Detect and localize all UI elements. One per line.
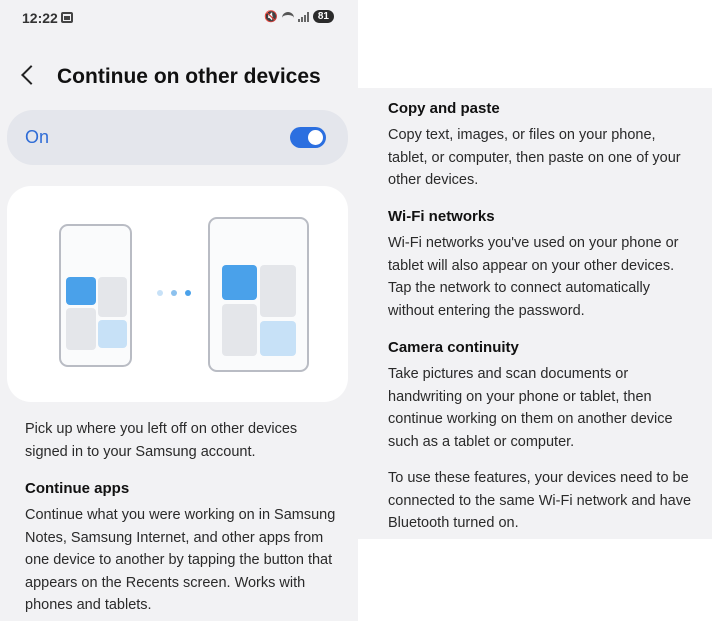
tablet-tile <box>222 304 257 356</box>
intro-text: Pick up where you left off on other devi… <box>25 421 298 460</box>
page-title: Continue on other devices <box>57 65 321 88</box>
master-toggle-row[interactable]: On <box>7 110 348 165</box>
back-arrow-icon[interactable] <box>21 65 41 85</box>
status-bar: 12:22 🔇 81 <box>0 0 358 36</box>
header: Continue on other devices <box>0 58 358 98</box>
footer-note: To use these features, your devices need… <box>388 470 692 531</box>
mute-icon: 🔇 <box>264 11 278 23</box>
status-time: 12:22 <box>22 10 58 26</box>
status-icons: 🔇 81 <box>264 10 334 23</box>
phone-tile <box>98 277 127 317</box>
toggle-knob <box>308 130 323 145</box>
toggle-switch[interactable] <box>290 127 326 148</box>
signal-icon <box>297 11 309 22</box>
section-title: Continue apps <box>25 480 130 497</box>
section-body: Continue what you were working on in Sam… <box>25 507 336 613</box>
left-screen: 12:22 🔇 81 Continue on other devices On <box>0 0 358 621</box>
section-title: Copy and paste <box>388 100 500 117</box>
section-body: Wi-Fi networks you've used on your phone… <box>388 235 679 319</box>
tablet-tile-active <box>222 265 257 300</box>
dot <box>171 290 177 296</box>
phone-tile <box>66 308 96 350</box>
phone-tile-active <box>66 277 96 305</box>
dot <box>157 290 163 296</box>
phone-tile-highlight <box>98 320 127 348</box>
section-title: Camera continuity <box>388 339 519 356</box>
tablet-tile <box>260 265 296 317</box>
transfer-dots <box>157 290 191 296</box>
section-body: Copy text, images, or files on your phon… <box>388 127 681 188</box>
dot <box>185 290 191 296</box>
phone-illustration <box>59 224 132 367</box>
illustration-card <box>7 186 348 402</box>
section-title: Wi-Fi networks <box>388 208 495 225</box>
tablet-illustration <box>208 217 309 372</box>
battery-badge: 81 <box>312 10 334 23</box>
wifi-icon <box>281 12 294 21</box>
toggle-label: On <box>25 127 50 147</box>
gallery-icon <box>61 12 73 23</box>
tablet-tile-highlight <box>260 321 296 356</box>
section-body: Take pictures and scan documents or hand… <box>388 366 673 450</box>
right-screen: Copy and paste Copy text, images, or fil… <box>358 0 712 621</box>
